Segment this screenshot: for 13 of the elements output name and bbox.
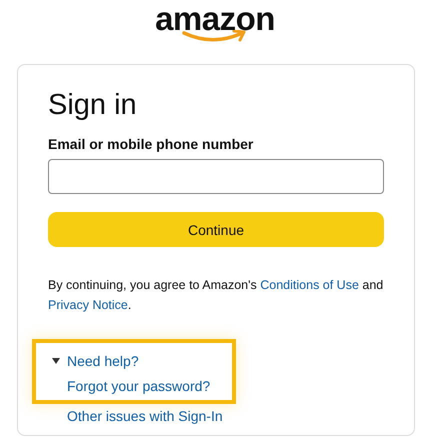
legal-link[interactable]: Privacy Notice bbox=[48, 298, 128, 312]
page-title: Sign in bbox=[48, 88, 138, 123]
legal-text: By continuing, you agree to Amazon's Conditions of Use and Privacy Notice. bbox=[48, 277, 384, 314]
legal-link[interactable]: Conditions of Use bbox=[260, 278, 359, 292]
field-label: Email or mobile phone number bbox=[48, 135, 254, 153]
help-link[interactable]: Other issues with Sign-In bbox=[52, 408, 384, 424]
logo-text: amazon bbox=[155, 2, 275, 36]
email-input-field[interactable] bbox=[48, 159, 384, 194]
smile-arrow-icon bbox=[182, 30, 248, 44]
help-link[interactable]: Forgot your password? bbox=[52, 378, 218, 394]
continue-button[interactable]: Continue bbox=[48, 212, 384, 247]
need-help-toggle[interactable]: Need help? bbox=[52, 353, 218, 369]
caret-icon bbox=[52, 358, 60, 364]
